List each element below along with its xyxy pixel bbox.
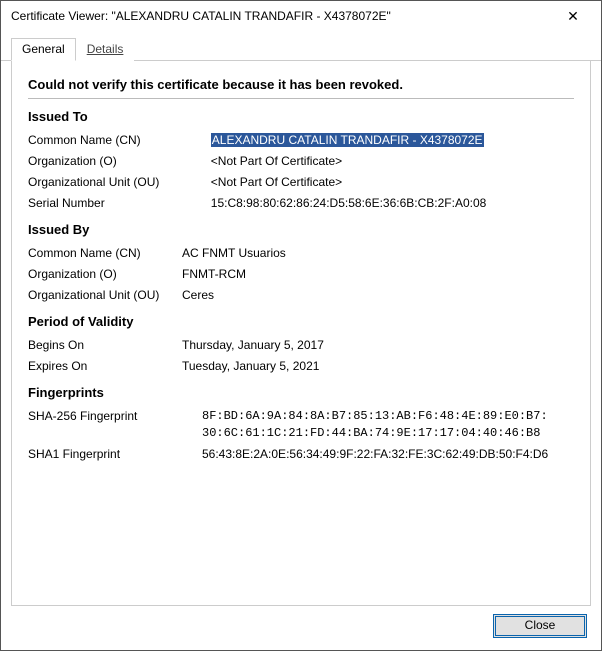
tab-panel-general: Could not verify this certificate becaus… (11, 60, 591, 606)
issued-by-org-label: Organization (O) (28, 264, 180, 285)
fingerprints-table: SHA-256 Fingerprint 8F:BD:6A:9A:84:8A:B7… (28, 406, 574, 465)
issued-to-cn-label: Common Name (CN) (28, 130, 209, 151)
issued-to-cn-value: ALEXANDRU CATALIN TRANDAFIR - X4378072E (209, 130, 574, 151)
window-title: Certificate Viewer: "ALEXANDRU CATALIN T… (11, 9, 553, 23)
section-issued-by-title: Issued By (28, 222, 574, 237)
certificate-viewer-window: Certificate Viewer: "ALEXANDRU CATALIN T… (0, 0, 602, 651)
issued-to-org-label: Organization (O) (28, 151, 209, 172)
section-issued-to-title: Issued To (28, 109, 574, 124)
issued-by-org-value: FNMT-RCM (180, 264, 574, 285)
issued-to-serial-label: Serial Number (28, 193, 209, 214)
issued-by-table: Common Name (CN) AC FNMT Usuarios Organi… (28, 243, 574, 306)
issued-to-org-value: <Not Part Of Certificate> (209, 151, 574, 172)
issued-by-ou-label: Organizational Unit (OU) (28, 285, 180, 306)
dialog-button-row: Close (1, 614, 601, 650)
sha256-value: 8F:BD:6A:9A:84:8A:B7:85:13:AB:F6:48:4E:8… (200, 406, 574, 444)
validity-begins-value: Thursday, January 5, 2017 (180, 335, 574, 356)
status-message: Could not verify this certificate becaus… (28, 77, 574, 92)
titlebar: Certificate Viewer: "ALEXANDRU CATALIN T… (1, 1, 601, 31)
validity-begins-label: Begins On (28, 335, 180, 356)
selected-cn-text: ALEXANDRU CATALIN TRANDAFIR - X4378072E (211, 133, 484, 147)
window-close-button[interactable]: ✕ (553, 2, 593, 30)
close-button[interactable]: Close (493, 614, 587, 638)
issued-to-serial-value: 15:C8:98:80:62:86:24:D5:58:6E:36:6B:CB:2… (209, 193, 574, 214)
divider (28, 98, 574, 99)
tab-strip: General Details (1, 31, 601, 61)
section-fingerprints-title: Fingerprints (28, 385, 574, 400)
validity-expires-label: Expires On (28, 356, 180, 377)
tab-details[interactable]: Details (76, 38, 135, 61)
sha256-label: SHA-256 Fingerprint (28, 406, 200, 444)
issued-by-ou-value: Ceres (180, 285, 574, 306)
tab-general[interactable]: General (11, 38, 76, 61)
sha1-value: 56:43:8E:2A:0E:56:34:49:9F:22:FA:32:FE:3… (200, 444, 574, 465)
issued-to-ou-value: <Not Part Of Certificate> (209, 172, 574, 193)
validity-table: Begins On Thursday, January 5, 2017 Expi… (28, 335, 574, 377)
panel-spacer (28, 465, 574, 595)
sha1-label: SHA1 Fingerprint (28, 444, 200, 465)
section-validity-title: Period of Validity (28, 314, 574, 329)
issued-to-ou-label: Organizational Unit (OU) (28, 172, 209, 193)
validity-expires-value: Tuesday, January 5, 2021 (180, 356, 574, 377)
issued-by-cn-value: AC FNMT Usuarios (180, 243, 574, 264)
issued-to-table: Common Name (CN) ALEXANDRU CATALIN TRAND… (28, 130, 574, 214)
issued-by-cn-label: Common Name (CN) (28, 243, 180, 264)
